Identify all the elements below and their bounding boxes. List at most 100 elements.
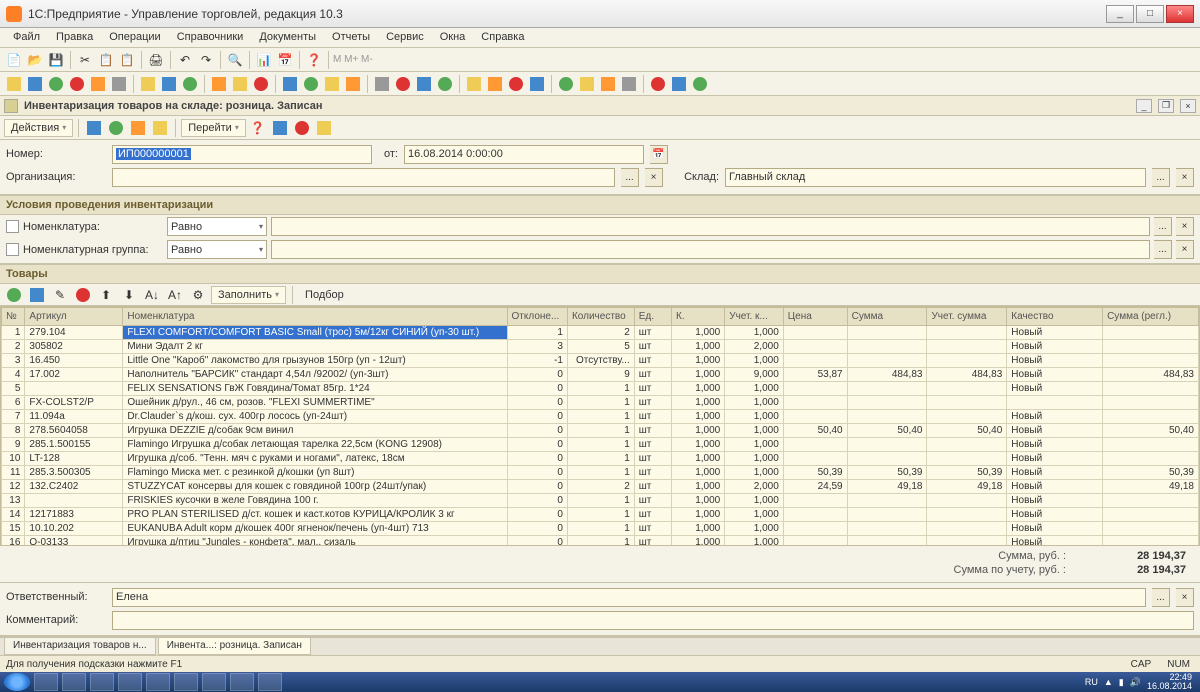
refresh-icon[interactable] bbox=[128, 118, 148, 138]
goto-dropdown[interactable]: Перейти bbox=[181, 119, 246, 137]
tb2-icon[interactable] bbox=[372, 74, 392, 94]
search-icon[interactable]: 🔍 bbox=[225, 50, 245, 70]
column-header[interactable]: Учет. к... bbox=[725, 308, 784, 326]
nomgroup-mode-select[interactable]: Равно▾ bbox=[167, 240, 267, 259]
table-row[interactable]: 1412171883PRO PLAN STERILISED д/ст. коше… bbox=[2, 508, 1199, 522]
menu-file[interactable]: Файл bbox=[6, 28, 47, 47]
select-link[interactable]: Подбор bbox=[299, 289, 350, 301]
nomenclature-checkbox[interactable] bbox=[6, 220, 19, 233]
tb2-icon[interactable] bbox=[393, 74, 413, 94]
column-header[interactable]: Ед. bbox=[634, 308, 671, 326]
column-header[interactable]: Качество bbox=[1007, 308, 1103, 326]
save-icon[interactable]: 💾 bbox=[46, 50, 66, 70]
tray-flag-icon[interactable]: ▲ bbox=[1104, 677, 1113, 687]
column-header[interactable]: № bbox=[2, 308, 25, 326]
paste-icon[interactable]: 📋 bbox=[117, 50, 137, 70]
help2-icon[interactable]: ❓ bbox=[248, 118, 268, 138]
table-row[interactable]: 1510.10.202EUKANUBA Adult корм д/кошек 4… bbox=[2, 522, 1199, 536]
nomgroup-clear-button[interactable]: × bbox=[1176, 240, 1194, 259]
tb2-icon[interactable] bbox=[138, 74, 158, 94]
resp-input[interactable]: Елена bbox=[112, 588, 1146, 607]
tb2-icon[interactable] bbox=[577, 74, 597, 94]
table-row[interactable]: 711.094аDr.Clauder`s д/кош. сух. 400гр л… bbox=[2, 410, 1199, 424]
open-icon[interactable]: 📂 bbox=[25, 50, 45, 70]
nomenclature-value-input[interactable] bbox=[271, 217, 1150, 236]
calendar-icon[interactable]: 📅 bbox=[275, 50, 295, 70]
menu-help[interactable]: Справка bbox=[474, 28, 531, 47]
column-header[interactable]: Отклоне... bbox=[507, 308, 567, 326]
tb2-icon[interactable] bbox=[464, 74, 484, 94]
fill-dropdown[interactable]: Заполнить bbox=[211, 286, 286, 304]
tray-sound-icon[interactable]: 🔊 bbox=[1130, 677, 1141, 688]
ab-icon[interactable] bbox=[270, 118, 290, 138]
task-icon-app1[interactable] bbox=[174, 673, 198, 691]
task-icon-hp[interactable] bbox=[146, 673, 170, 691]
goods-table[interactable]: №АртикулНоменклатураОтклоне...Количество… bbox=[1, 307, 1199, 546]
table-row[interactable]: 13FRISKIES кусочки в желе Говядина 100 г… bbox=[2, 494, 1199, 508]
redo-icon[interactable]: ↷ bbox=[196, 50, 216, 70]
add-row-icon[interactable] bbox=[4, 285, 24, 305]
window-maximize-button[interactable]: □ bbox=[1136, 5, 1164, 23]
table-row[interactable]: 417.002Наполнитель "БАРСИК" стандарт 4,5… bbox=[2, 368, 1199, 382]
column-header[interactable]: Цена bbox=[783, 308, 847, 326]
tb2-icon[interactable] bbox=[67, 74, 87, 94]
window-close-button[interactable]: × bbox=[1166, 5, 1194, 23]
org-input[interactable] bbox=[112, 168, 615, 187]
move-up-icon[interactable]: ⬆ bbox=[96, 285, 116, 305]
number-input[interactable]: ИП000000001 bbox=[112, 145, 372, 164]
task-icon-media[interactable] bbox=[90, 673, 114, 691]
tb2-icon[interactable] bbox=[301, 74, 321, 94]
tb2-icon[interactable] bbox=[109, 74, 129, 94]
copy-icon[interactable]: 📋 bbox=[96, 50, 116, 70]
tb2-icon[interactable] bbox=[230, 74, 250, 94]
footer-tab-2[interactable]: Инвента...: розница. Записан bbox=[158, 638, 311, 655]
window-minimize-button[interactable]: _ bbox=[1106, 5, 1134, 23]
struct-icon[interactable] bbox=[150, 118, 170, 138]
menu-documents[interactable]: Документы bbox=[252, 28, 323, 47]
tb2-icon[interactable] bbox=[343, 74, 363, 94]
nomenclature-clear-button[interactable]: × bbox=[1176, 217, 1194, 236]
cut-icon[interactable]: ✂ bbox=[75, 50, 95, 70]
help-icon[interactable]: ❓ bbox=[304, 50, 324, 70]
tb2-icon[interactable] bbox=[485, 74, 505, 94]
menu-service[interactable]: Сервис bbox=[379, 28, 431, 47]
table-row[interactable]: 11285.3.500305Flamingo Миска мет. с рези… bbox=[2, 466, 1199, 480]
print-icon[interactable]: 🖨 bbox=[146, 50, 166, 70]
nomenclature-mode-select[interactable]: Равно▾ bbox=[167, 217, 267, 236]
calc-icon[interactable]: 📊 bbox=[254, 50, 274, 70]
menu-edit[interactable]: Правка bbox=[49, 28, 100, 47]
undo-icon[interactable]: ↶ bbox=[175, 50, 195, 70]
tb2-icon[interactable] bbox=[280, 74, 300, 94]
table-row[interactable]: 316.450Little One "Кароб" лакомство для … bbox=[2, 354, 1199, 368]
doc-restore-button[interactable]: ❐ bbox=[1158, 99, 1174, 113]
actions-dropdown[interactable]: Действия bbox=[4, 119, 73, 137]
table-row[interactable]: 16Q-03133Игрушка д/птиц "Jungles - конфе… bbox=[2, 536, 1199, 547]
sort-desc-icon[interactable]: A↑ bbox=[165, 285, 185, 305]
tb2-icon[interactable] bbox=[690, 74, 710, 94]
system-tray[interactable]: RU ▲ ▮ 🔊 22:49 16.08.2014 bbox=[1085, 673, 1196, 691]
tb2-icon[interactable] bbox=[46, 74, 66, 94]
tb2-icon[interactable] bbox=[556, 74, 576, 94]
tb2-icon[interactable] bbox=[598, 74, 618, 94]
post-icon[interactable] bbox=[84, 118, 104, 138]
task-icon-skype[interactable] bbox=[230, 673, 254, 691]
tb2-icon[interactable] bbox=[619, 74, 639, 94]
tb2-icon[interactable] bbox=[506, 74, 526, 94]
tb2-icon[interactable] bbox=[322, 74, 342, 94]
org-select-button[interactable]: ... bbox=[621, 168, 639, 187]
tb2-icon[interactable] bbox=[251, 74, 271, 94]
resp-clear-button[interactable]: × bbox=[1176, 588, 1194, 607]
tb2-icon[interactable] bbox=[159, 74, 179, 94]
nomgroup-value-input[interactable] bbox=[271, 240, 1150, 259]
list-settings-icon[interactable]: ⚙ bbox=[188, 285, 208, 305]
warehouse-select-button[interactable]: ... bbox=[1152, 168, 1170, 187]
sort-asc-icon[interactable]: A↓ bbox=[142, 285, 162, 305]
footer-tab-1[interactable]: Инвентаризация товаров н... bbox=[4, 638, 156, 655]
tb2-icon[interactable] bbox=[25, 74, 45, 94]
tb2-icon[interactable] bbox=[648, 74, 668, 94]
table-row[interactable]: 8278.5604058Игрушка DEZZIE д/собак 9см в… bbox=[2, 424, 1199, 438]
tb2-icon[interactable] bbox=[527, 74, 547, 94]
tb2-icon[interactable] bbox=[209, 74, 229, 94]
save-doc-icon[interactable] bbox=[106, 118, 126, 138]
org-clear-button[interactable]: × bbox=[645, 168, 663, 187]
